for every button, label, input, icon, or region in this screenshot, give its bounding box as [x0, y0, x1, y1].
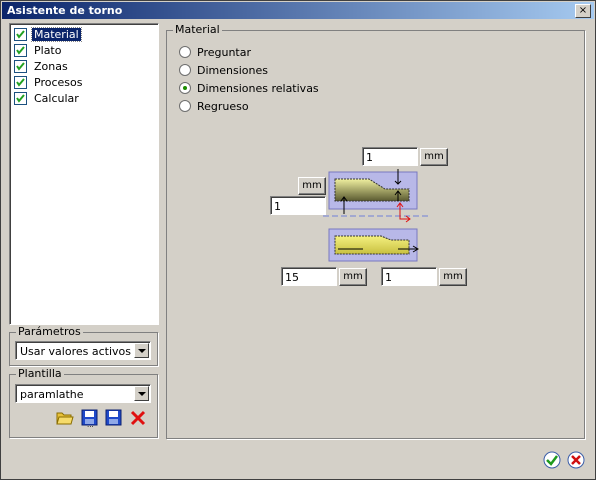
end-allowance-unit-button[interactable]: mm [439, 268, 467, 286]
input-value: 15 [285, 271, 299, 284]
step-tree: Material Plato Zonas Procesos Calcular [9, 23, 159, 325]
checkbox-checked-icon [14, 92, 27, 105]
tree-item-calcular[interactable]: Calcular [14, 91, 81, 106]
tree-item-plato[interactable]: Plato [14, 43, 63, 58]
left-unit-button[interactable]: mm [298, 177, 326, 195]
tree-item-label: Zonas [34, 60, 68, 73]
open-folder-icon[interactable] [56, 409, 74, 427]
title-bar[interactable]: Asistente de torno × [2, 2, 594, 19]
radio-label: Dimensiones relativas [197, 81, 319, 95]
radio-label: Dimensiones [197, 63, 268, 77]
parametros-select[interactable]: Usar valores activos [15, 341, 151, 360]
svg-text:...: ... [87, 421, 94, 427]
plantilla-select[interactable]: paramlathe [15, 384, 151, 403]
radio-dimensiones[interactable]: Dimensiones [179, 62, 268, 78]
left-dimension-input[interactable]: 1 [270, 196, 326, 215]
checkbox-checked-icon [14, 44, 27, 57]
parametros-select-value: Usar valores activos [20, 345, 131, 358]
window-title: Asistente de torno [7, 4, 123, 17]
radio-icon [179, 46, 191, 58]
top-dimension-input[interactable]: 1 [362, 147, 418, 166]
checkbox-checked-icon [14, 76, 27, 89]
input-value: 1 [366, 151, 373, 164]
chevron-down-icon[interactable] [134, 386, 149, 401]
close-button[interactable]: × [575, 4, 591, 18]
end-allowance-input[interactable]: 1 [381, 267, 437, 286]
plantilla-legend: Plantilla [16, 367, 64, 380]
input-value: 1 [274, 200, 281, 213]
tree-item-material[interactable]: Material [14, 27, 82, 42]
radio-label: Regrueso [197, 99, 249, 113]
checkbox-checked-icon [14, 28, 27, 41]
radio-icon [179, 64, 191, 76]
chevron-down-icon[interactable] [134, 343, 149, 358]
save-icon[interactable] [105, 409, 123, 427]
radio-label: Preguntar [197, 45, 251, 59]
tree-item-label: Plato [34, 44, 62, 57]
lathe-wizard-window: Asistente de torno × Material Plato Zona… [0, 0, 596, 480]
checkbox-checked-icon [14, 60, 27, 73]
dimension-arrows [329, 169, 438, 275]
parametros-legend: Parámetros [16, 325, 83, 338]
plantilla-select-value: paramlathe [20, 388, 84, 401]
cancel-x-icon[interactable] [567, 451, 585, 469]
radio-regrueso[interactable]: Regrueso [179, 98, 249, 114]
length-unit-button[interactable]: mm [339, 268, 367, 286]
tree-item-procesos[interactable]: Procesos [14, 75, 84, 90]
radio-icon [179, 100, 191, 112]
ok-check-icon[interactable] [543, 451, 561, 469]
tree-item-label: Material [31, 27, 82, 42]
delete-icon[interactable] [129, 409, 147, 427]
length-input[interactable]: 15 [281, 267, 337, 286]
tree-item-label: Procesos [34, 76, 83, 89]
save-as-icon[interactable]: ... [81, 409, 99, 429]
top-unit-button[interactable]: mm [420, 148, 448, 166]
radio-dimensiones-relativas[interactable]: Dimensiones relativas [179, 80, 319, 96]
tree-item-label: Calcular [34, 92, 79, 105]
tree-item-zonas[interactable]: Zonas [14, 59, 70, 74]
radio-selected-icon [179, 82, 191, 94]
radio-preguntar[interactable]: Preguntar [179, 44, 251, 60]
input-value: 1 [385, 271, 392, 284]
material-legend: Material [173, 23, 222, 36]
